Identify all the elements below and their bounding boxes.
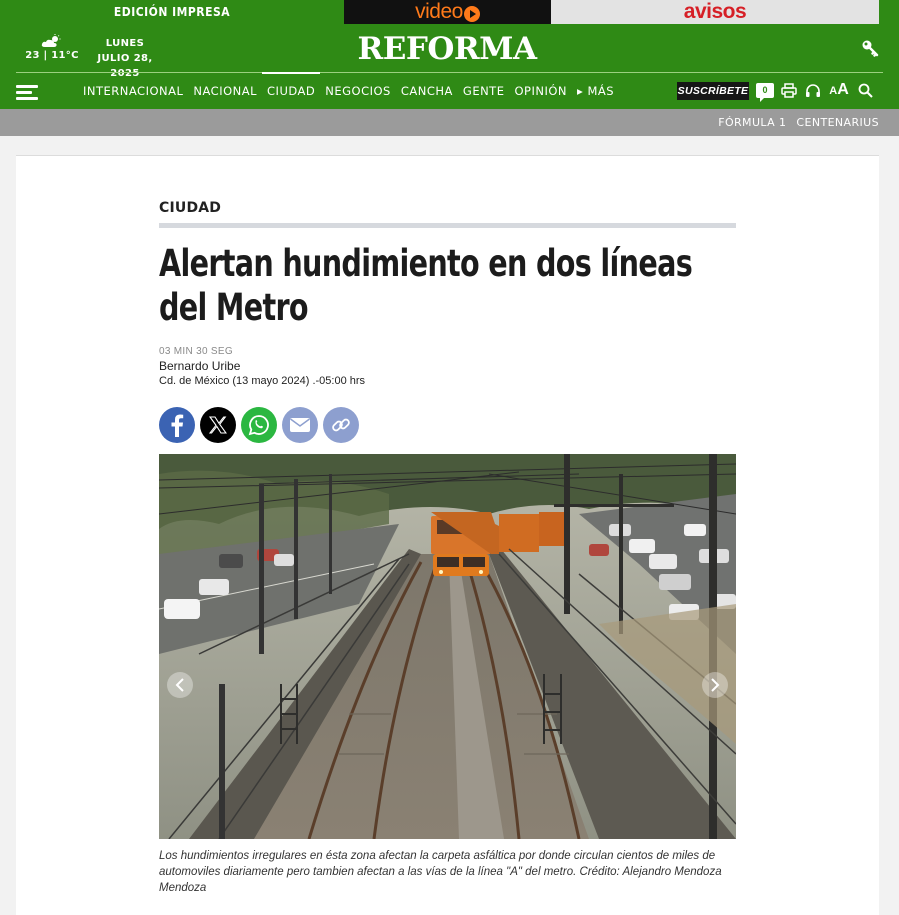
header-tools: 0 AA <box>756 81 880 102</box>
font-size-icon: AA <box>829 81 849 98</box>
next-photo-button[interactable] <box>702 672 728 698</box>
menu-icon[interactable] <box>16 85 38 101</box>
section-divider <box>159 223 736 228</box>
share-email-button[interactable] <box>282 407 318 443</box>
nav-internacional[interactable]: INTERNACIONAL <box>78 72 188 109</box>
copy-link-button[interactable] <box>323 407 359 443</box>
video-label: video <box>415 0 463 23</box>
prev-photo-button[interactable] <box>167 672 193 698</box>
search-icon <box>858 83 873 98</box>
dateline: Cd. de México (13 mayo 2024) .-05:00 hrs <box>159 375 366 387</box>
chevron-left-icon <box>175 678 184 692</box>
subscribe-button[interactable]: SUSCRÍBETE <box>677 82 749 100</box>
link-formula-1[interactable]: FÓRMULA 1 <box>718 116 786 129</box>
email-icon <box>290 418 310 432</box>
headphones-icon <box>806 83 820 97</box>
nav-cancha[interactable]: CANCHA <box>396 72 458 109</box>
share-whatsapp-button[interactable] <box>241 407 277 443</box>
print-button[interactable] <box>780 81 798 99</box>
weekday: LUNES <box>105 38 145 49</box>
share-facebook-button[interactable] <box>159 407 195 443</box>
avisos-label: avisos <box>683 0 747 23</box>
link-centenarius[interactable]: CENTENARIUS <box>796 116 879 129</box>
top-strip: EDICIÓN IMPRESA video avisos <box>0 0 899 24</box>
nav-nacional[interactable]: NACIONAL <box>188 72 262 109</box>
nav-ciudad[interactable]: CIUDAD <box>262 72 321 109</box>
article-headline: Alertan hundimiento en dos líneas del Me… <box>159 242 693 329</box>
weather-widget[interactable]: 23 | 11°C <box>22 34 82 61</box>
secondary-links: FÓRMULA 1 CENTENARIUS <box>708 109 879 136</box>
article-card: CIUDAD Alertan hundimiento en dos líneas… <box>16 155 879 915</box>
key-icon[interactable] <box>861 39 879 57</box>
font-size-button[interactable]: AA <box>828 81 850 99</box>
read-time: 03 MIN 30 SEG <box>159 346 233 357</box>
nav-gente[interactable]: GENTE <box>458 72 510 109</box>
search-button[interactable] <box>856 81 874 99</box>
temperature: 23 | 11°C <box>25 50 79 61</box>
nav-opinion[interactable]: OPINIÓN <box>509 72 572 109</box>
comment-icon: 0 <box>756 82 774 102</box>
facebook-icon <box>171 414 184 437</box>
share-buttons <box>159 407 364 443</box>
author-name[interactable]: Bernardo Uribe <box>159 359 240 373</box>
metro-train-photo <box>159 454 736 839</box>
nav-mas[interactable]: ▸ MÁS <box>572 72 619 109</box>
comments-button[interactable]: 0 <box>756 81 774 102</box>
link-icon <box>332 418 350 432</box>
video-link[interactable]: video <box>344 0 551 24</box>
cloud-sun-icon <box>41 34 61 47</box>
print-icon <box>781 82 797 98</box>
x-icon <box>209 416 227 434</box>
play-icon <box>463 5 480 22</box>
share-x-button[interactable] <box>200 407 236 443</box>
whatsapp-icon <box>248 415 269 436</box>
chevron-right-icon <box>711 678 720 692</box>
secondary-bar: FÓRMULA 1 CENTENARIUS <box>0 109 899 136</box>
site-header: 23 | 11°C LUNES JULIO 28, 2025 REFORMA I… <box>0 24 899 109</box>
edicion-impresa-link[interactable]: EDICIÓN IMPRESA <box>0 0 344 24</box>
section-label[interactable]: CIUDAD <box>159 200 221 216</box>
article-photo[interactable] <box>159 454 736 839</box>
main-nav: INTERNACIONAL NACIONAL CIUDAD NEGOCIOS C… <box>78 72 619 109</box>
avisos-link[interactable]: avisos <box>551 0 879 24</box>
nav-negocios[interactable]: NEGOCIOS <box>320 72 396 109</box>
audio-button[interactable] <box>804 81 822 99</box>
photo-caption: Los hundimientos irregulares en ésta zon… <box>159 850 722 894</box>
reforma-logo[interactable]: REFORMA <box>300 31 594 67</box>
